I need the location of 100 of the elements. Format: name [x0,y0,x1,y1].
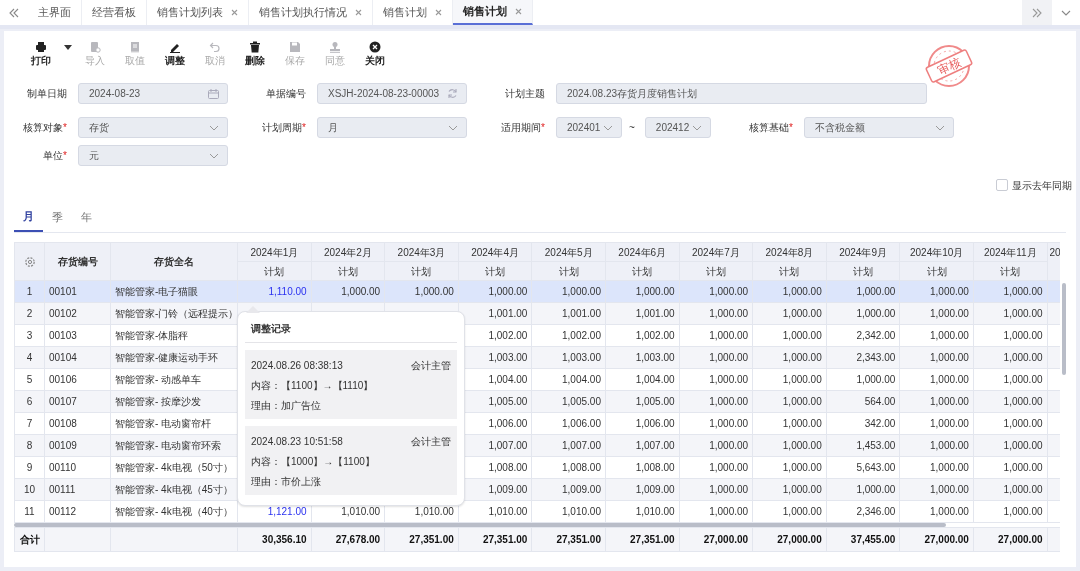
table-cell: 1,000.00 [752,456,827,479]
tab[interactable]: 年 [72,208,101,232]
change-content: 内容：【1000】→【1100】 [251,454,375,469]
checkbox[interactable] [996,179,1008,191]
table-cell: 00112 [44,500,111,523]
select-field[interactable]: 存货 [78,117,228,138]
delete-button[interactable]: 删除 [235,41,275,69]
row-number: 10 [14,478,45,501]
table-cell: 1,000.00 [899,456,974,479]
table-cell: 1,000.00 [679,412,753,435]
table-cell: 00103 [44,324,111,347]
row-number: 6 [14,390,45,413]
change-reason: 理由：加广告位 [251,398,321,413]
approval-stamp: 审核 [924,43,974,89]
table-cell: 1,008.00 [605,456,680,479]
horizontal-scrollbar[interactable] [14,523,946,527]
field-label: 单位* [42,149,67,163]
text-field[interactable]: 2024.08.23存货月度销售计划 [556,83,927,104]
column-header: 存货全名 [110,242,238,281]
field-label: 计划主题 [504,87,545,101]
row-number: 9 [14,456,45,479]
date-field[interactable]: 2024-08-23 [78,83,228,104]
table-cell: 2,346.00 [826,500,900,523]
table-cell: 1,000.00 [752,324,827,347]
table-cell: 1,000.00 [973,412,1048,435]
row-number: 8 [14,434,45,457]
row-number: 11 [14,500,45,523]
table-cell: 00106 [44,368,111,391]
close-icon[interactable] [435,9,442,16]
adjust-button[interactable]: 调整 [155,41,195,69]
tab[interactable]: 销售计划 [453,0,533,25]
range-separator: ~ [629,121,635,135]
column-header: 2024年11月 [973,242,1048,262]
close-icon[interactable] [355,9,362,16]
table-cell: 1,010.00 [605,500,680,523]
user-role: 会计主管 [411,358,451,373]
field-label: 计划周期* [261,121,306,135]
table-cell: 1,000.00 [752,412,827,435]
table-cell: 1,004.00 [531,368,606,391]
change-content: 内容：【1100】→【1110】 [251,378,374,393]
tab[interactable]: 月 [14,208,43,232]
vertical-scrollbar[interactable] [1062,283,1066,375]
table-cell: 00108 [44,412,111,435]
change-reason: 理由：市价上涨 [251,474,321,489]
row-number: 1 [14,280,45,303]
select-field[interactable]: 202412 [644,117,711,138]
field-label: 核算对象* [22,121,67,135]
column-header: 2024年7月 [679,242,753,262]
code-field[interactable]: XSJH-2024-08-23-00003 [317,83,467,104]
column-header: 存货编号 [44,242,111,281]
chevron-down-icon [209,152,219,159]
table-cell: 1,000.00 [826,368,900,391]
calendar-icon [208,88,219,99]
tab[interactable]: 季 [43,208,72,232]
user-role: 会计主管 [411,434,451,449]
table-cell: 27,678.00 [311,527,385,552]
double-chevron-right-icon [1031,7,1043,18]
table-cell: 1,000.00 [679,324,753,347]
column-header: 2024年4月 [458,242,532,262]
scroll-right-button[interactable] [1022,0,1052,25]
select-field[interactable]: 202401 [556,117,622,138]
table-cell: 1,000.00 [973,368,1048,391]
table-cell: 1,000.00 [899,412,974,435]
settings-icon[interactable] [23,256,36,269]
select-field[interactable]: 不含税金额 [803,117,954,138]
print-button[interactable]: 打印 [21,41,61,69]
popover-title: 调整记录 [251,323,291,334]
undo-icon [209,41,221,53]
checkbox-label: 显示去年同期 [1012,178,1072,193]
table-cell: 1,002.00 [605,324,680,347]
selected-row[interactable]: 1 00101 智能管家-电子猫眼 1,110.00 1,000.00 1,000.00 1,000.00 1,000.00 1,000.00 1,000.00 1,000.00 1,000.00 1,000.00 1,000.00 [14,280,1060,303]
chevron-down-icon [603,124,613,131]
save-icon [289,41,301,53]
select-field[interactable]: 月 [317,117,467,138]
double-chevron-left-icon [8,7,20,18]
document-icon [89,41,101,53]
row-number: 2 [14,302,45,325]
printer-icon [35,41,47,53]
close-button[interactable]: 关闭 [355,41,395,69]
trash-icon [249,41,261,53]
chevron-down-icon [448,124,458,131]
chevron-down-icon [934,124,945,131]
chevron-down-icon [691,124,702,131]
table-cell: 27,000.00 [973,527,1048,552]
table-cell: 27,351.00 [531,527,606,552]
column-header: 20 [1047,242,1060,281]
table-cell: 1,004.00 [605,368,680,391]
select-field[interactable]: 元 [78,145,228,166]
table-cell: 1,000.00 [899,368,974,391]
column-header: 2024年5月 [531,242,606,262]
stamp-icon [329,41,341,53]
chevron-down-icon [1061,9,1071,16]
table-cell: 1,006.00 [531,412,606,435]
table-cell: 1,000.00 [973,324,1048,347]
row-number: 5 [14,368,45,391]
close-icon[interactable] [515,8,522,15]
table-cell: 1,000.00 [679,500,753,523]
close-icon[interactable] [231,9,238,16]
document-icon [129,41,141,53]
column-header: 2024年9月 [826,242,900,262]
